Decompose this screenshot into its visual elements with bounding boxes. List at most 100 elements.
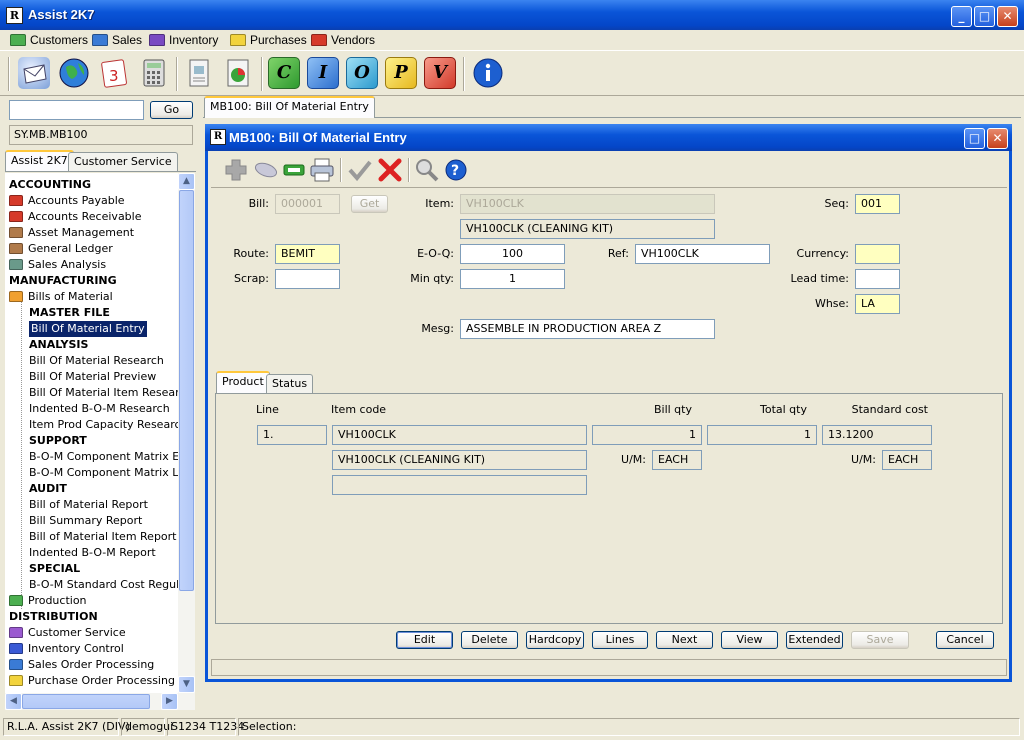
extended-button[interactable]: Extended bbox=[786, 631, 843, 649]
eraser-icon[interactable] bbox=[252, 156, 280, 184]
tree-item-label: B-O-M Component Matrix Entry bbox=[29, 450, 178, 463]
tree-program-item[interactable]: B-O-M Standard Cost Regulato bbox=[29, 577, 178, 593]
scroll-left-icon[interactable]: ◀ bbox=[5, 693, 22, 710]
menu-sales[interactable]: Sales bbox=[92, 32, 142, 48]
form-maximize-button[interactable]: □ bbox=[964, 128, 985, 149]
minimize-button[interactable]: _ bbox=[951, 6, 972, 27]
scroll-right-icon[interactable]: ▶ bbox=[161, 693, 178, 710]
tab-status[interactable]: Status bbox=[266, 374, 314, 393]
tree-folder-item[interactable]: Inventory Control bbox=[9, 641, 124, 657]
tree-program-item[interactable]: Bill Of Material Preview bbox=[29, 369, 156, 385]
form-close-button[interactable]: ✕ bbox=[987, 128, 1008, 149]
save-button: Save bbox=[851, 631, 909, 649]
delete-x-icon[interactable] bbox=[376, 156, 404, 184]
menu-label: Customers bbox=[30, 33, 89, 47]
delete-button[interactable]: Delete bbox=[461, 631, 518, 649]
tree-program-item[interactable]: B-O-M Component Matrix List bbox=[29, 465, 178, 481]
customers-shortcut-icon[interactable]: C bbox=[268, 57, 300, 89]
lines-button[interactable]: Lines bbox=[592, 631, 648, 649]
tree-folder-item[interactable]: Purchase Order Processing bbox=[9, 673, 175, 689]
tree-folder-item[interactable]: General Ledger bbox=[9, 241, 113, 257]
tree-folder-item[interactable]: Production bbox=[9, 593, 87, 609]
menu-label: Vendors bbox=[331, 33, 376, 47]
print-icon[interactable] bbox=[308, 156, 336, 184]
next-button[interactable]: Next bbox=[656, 631, 713, 649]
tree-item-label: Bill Of Material Research bbox=[29, 354, 164, 367]
scroll-thumb[interactable] bbox=[179, 190, 194, 591]
add-icon[interactable] bbox=[222, 156, 252, 184]
tree-folder-item[interactable]: Asset Management bbox=[9, 225, 134, 241]
menu-customers[interactable]: Customers bbox=[10, 32, 88, 48]
bill-qty-field: 1 bbox=[592, 425, 702, 445]
folder-icon bbox=[9, 627, 23, 638]
report-chart-icon[interactable] bbox=[222, 57, 254, 89]
tree-folder-item[interactable]: Accounts Receivable bbox=[9, 209, 142, 225]
route-field[interactable]: BEMIT bbox=[275, 244, 340, 264]
tab-assist-2k7[interactable]: Assist 2K7 bbox=[5, 150, 74, 172]
scroll-up-icon[interactable]: ▲ bbox=[178, 173, 195, 190]
tree-item-label: General Ledger bbox=[28, 242, 113, 255]
navigator-search-input[interactable] bbox=[9, 100, 144, 120]
whse-field[interactable]: LA bbox=[855, 294, 900, 314]
accept-check-icon[interactable] bbox=[346, 156, 374, 184]
tree-folder-item[interactable]: Sales Order Processing bbox=[9, 657, 154, 673]
tree-folder-item[interactable]: Customer Service bbox=[9, 625, 126, 641]
document-icon[interactable] bbox=[183, 57, 215, 89]
close-button[interactable]: ✕ bbox=[997, 6, 1018, 27]
tree-program-item[interactable]: B-O-M Component Matrix Entry bbox=[29, 449, 178, 465]
hardcopy-button[interactable]: Hardcopy bbox=[526, 631, 584, 649]
currency-field[interactable] bbox=[855, 244, 900, 264]
search-icon[interactable] bbox=[413, 156, 441, 184]
tree-program-item[interactable]: Bill Of Material Research bbox=[29, 353, 164, 369]
orders-shortcut-icon[interactable]: O bbox=[346, 57, 378, 89]
globe-icon[interactable] bbox=[58, 57, 90, 89]
go-button[interactable]: Go bbox=[150, 101, 193, 119]
scroll-down-icon[interactable]: ▼ bbox=[178, 676, 195, 693]
tab-customer-service[interactable]: Customer Service bbox=[68, 152, 178, 172]
calculator-icon[interactable] bbox=[138, 57, 170, 89]
seq-label: Seq: bbox=[824, 197, 849, 210]
tree-folder-item[interactable]: Bills of Material bbox=[9, 289, 113, 305]
eoq-field[interactable]: 100 bbox=[460, 244, 565, 264]
tab-document-mb100[interactable]: MB100: Bill Of Material Entry bbox=[204, 96, 375, 118]
menu-vendors[interactable]: Vendors bbox=[311, 32, 375, 48]
tab-product[interactable]: Product bbox=[216, 371, 270, 393]
mesg-field[interactable]: ASSEMBLE IN PRODUCTION AREA Z bbox=[460, 319, 715, 339]
seq-field[interactable]: 001 bbox=[855, 194, 900, 214]
vendors-shortcut-icon[interactable]: V bbox=[424, 57, 456, 89]
calendar-icon[interactable]: 3 bbox=[98, 57, 130, 89]
tree-program-item[interactable]: Bill of Material Item Report bbox=[29, 529, 177, 545]
menu-inventory[interactable]: Inventory bbox=[149, 32, 218, 48]
menu-purchases[interactable]: Purchases bbox=[230, 32, 307, 48]
help-icon[interactable]: ? bbox=[442, 156, 470, 184]
lead-time-field[interactable] bbox=[855, 269, 900, 289]
tree-program-item[interactable]: Indented B-O-M Report bbox=[29, 545, 156, 561]
tree-item-label: Bills of Material bbox=[28, 290, 113, 303]
tree-program-item[interactable]: Bill Of Material Entry bbox=[29, 321, 147, 337]
cancel-button[interactable]: Cancel bbox=[936, 631, 994, 649]
tree-item-label: Bill Of Material Entry bbox=[31, 322, 145, 335]
edit-button[interactable]: Edit bbox=[396, 631, 453, 649]
tree-program-item[interactable]: Bill Of Material Item Research bbox=[29, 385, 178, 401]
scrap-field[interactable] bbox=[275, 269, 340, 289]
scroll-thumb[interactable] bbox=[22, 694, 150, 709]
tree-program-item[interactable]: Bill of Material Report bbox=[29, 497, 148, 513]
tree-program-item[interactable]: Indented B-O-M Research bbox=[29, 401, 170, 417]
tree-folder-item[interactable]: Sales Analysis bbox=[9, 257, 106, 273]
tree-program-item[interactable]: Item Prod Capacity Research bbox=[29, 417, 178, 433]
view-button[interactable]: View bbox=[721, 631, 778, 649]
ref-field[interactable]: VH100CLK bbox=[635, 244, 770, 264]
tree-folder-item[interactable]: Accounts Payable bbox=[9, 193, 125, 209]
maximize-button[interactable]: □ bbox=[974, 6, 995, 27]
min-qty-field[interactable]: 1 bbox=[460, 269, 565, 289]
tree-vertical-scrollbar[interactable]: ▲ ▼ bbox=[178, 173, 195, 693]
tree-category: ANALYSIS bbox=[29, 337, 88, 353]
remove-icon[interactable] bbox=[280, 156, 308, 184]
purchases-shortcut-icon[interactable]: P bbox=[385, 57, 417, 89]
toolbar-separator bbox=[261, 57, 263, 91]
info-icon[interactable] bbox=[472, 57, 504, 89]
mail-icon[interactable] bbox=[18, 57, 50, 89]
inventory-shortcut-icon[interactable]: I bbox=[307, 57, 339, 89]
tree-program-item[interactable]: Bill Summary Report bbox=[29, 513, 142, 529]
tree-horizontal-scrollbar[interactable]: ◀ ▶ bbox=[5, 693, 195, 710]
